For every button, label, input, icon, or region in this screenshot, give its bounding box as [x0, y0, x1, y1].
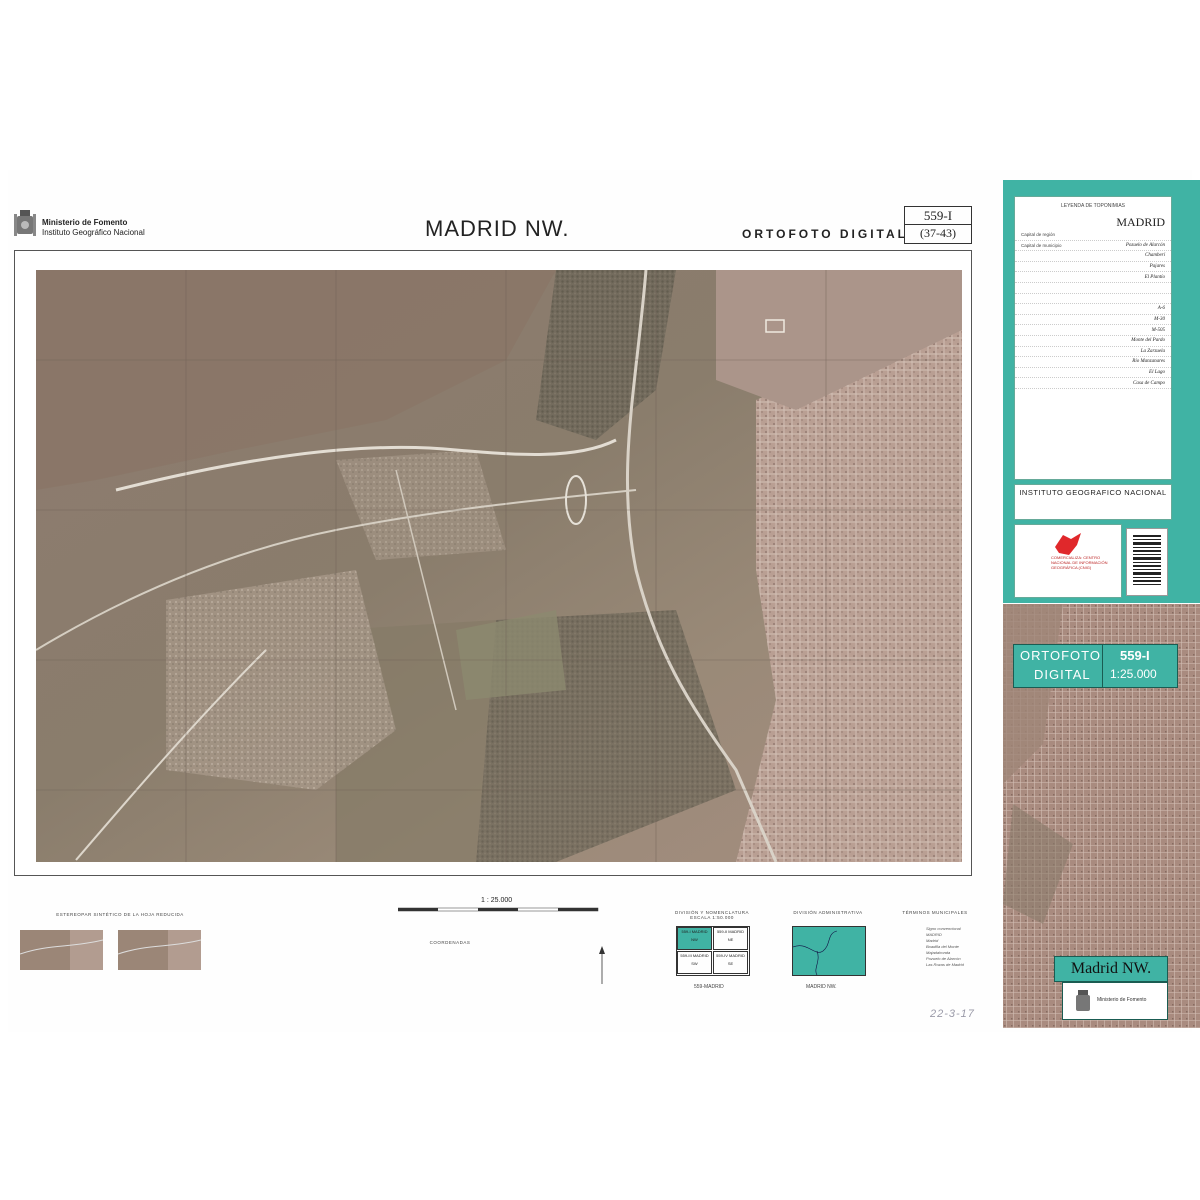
cnig-text: COMERCIALIZA: CENTRO NACIONAL DE INFORMA…: [1051, 555, 1108, 570]
municipio-name: Pozuelo de Alarcón: [926, 956, 961, 961]
scale-label: 1 : 25.000: [481, 897, 513, 904]
cover-digital: DIGITAL: [1034, 667, 1091, 682]
cover-sheet-number: 559-I: [1120, 648, 1150, 663]
cover-logo-text: Ministerio de Fomento: [1097, 997, 1147, 1003]
municipio-name: Majadahonda: [926, 950, 951, 955]
admin-label: MADRID NW.: [806, 984, 837, 990]
admin-heading: DIVISIÓN ADMINISTRATIVA: [793, 910, 863, 915]
ign-name: INSTITUTO GEOGRAFICO NACIONAL: [1019, 488, 1167, 497]
municipios-list: Signo convencional MADRID Madrid Boadilla d…: [908, 926, 964, 968]
legend-rows: Capital de región Capital de municipio Poz…: [1015, 230, 1171, 389]
sheet-division-grid: 559-I MADRID NW 559-II MADRID NE 559-III…: [676, 926, 750, 976]
coordinates-heading: COORDENADAS: [429, 940, 471, 945]
coat-of-arms-icon: [14, 206, 36, 240]
grid-cell-se: 559-IV MADRID SE: [713, 951, 748, 974]
legend-row-value: M-30: [1154, 317, 1165, 323]
notes-block: [232, 910, 362, 916]
legend-row-value: Río Manzanares: [1132, 359, 1165, 365]
legend-row-value: Pajares: [1149, 264, 1165, 270]
cover-scale: 1:25.000: [1110, 667, 1157, 681]
legend-row: Río Manzanares: [1015, 357, 1171, 368]
cover-band: ORTOFOTO 559-I DIGITAL 1:25.000: [1013, 644, 1178, 688]
sheet-grid-ref: (37-43): [905, 224, 971, 242]
admin-division-map: [792, 926, 866, 976]
institute-name: Instituto Geográfico Nacional: [42, 228, 145, 237]
legend-row: El Lago: [1015, 368, 1171, 379]
legend-row-value: El Plantío: [1144, 274, 1165, 280]
legend-row: Chamberí: [1015, 251, 1171, 262]
municipio-name: Boadilla del Monte: [926, 944, 959, 949]
legend-row-value: Monte del Pardo: [1131, 338, 1165, 344]
map-subtitle: ORTOFOTO DIGITAL: [742, 227, 908, 241]
municipio-name: MADRID: [926, 932, 942, 937]
ign-address: [1015, 500, 1171, 504]
stereo-heading: ESTEREOPAR SINTÉTICO DE LA HOJA REDUCIDA: [56, 912, 184, 917]
municipio-name: Madrid: [926, 938, 939, 943]
cover-ministry-logo: Ministerio de Fomento: [1062, 982, 1168, 1020]
legend-row: Capital de región: [1015, 230, 1171, 241]
handwritten-date: 22-3-17: [930, 1008, 975, 1020]
legend-row-value: Pozuelo de Alarcón: [1125, 242, 1165, 248]
municipios-heading: TÉRMINOS MUNICIPALES: [902, 910, 968, 915]
toponymy-legend: LEYENDA DE TOPONIMIAS MADRID Capital de …: [1014, 196, 1172, 480]
legend-row: [1015, 283, 1171, 294]
legend-row-value: El Lago: [1149, 370, 1165, 376]
legend-row: Capital de municipio Pozuelo de Alarcón: [1015, 241, 1171, 252]
legend-row-label: Capital de región: [1021, 232, 1056, 238]
stereo-image-left: [20, 930, 103, 970]
legend-row: Monte del Pardo: [1015, 336, 1171, 347]
grid-cell-sw: 559-III MADRID SW: [677, 951, 712, 974]
municipio-name: Las Rozas de Madrid: [926, 962, 964, 967]
legend-row: M-30: [1015, 315, 1171, 326]
ministry-block: Ministerio de Fomento Instituto Geográfi…: [14, 206, 145, 240]
barcode: [1126, 528, 1168, 596]
cover-name: Madrid NW.: [1054, 956, 1168, 982]
legend-row: A-6: [1015, 304, 1171, 315]
grid-cell-nw: 559-I MADRID NW: [677, 927, 712, 950]
ministry-name: Ministerio de Fomento: [42, 218, 128, 227]
grid-cell-ne: 559-II MADRID NE: [713, 927, 748, 950]
map-title: MADRID NW.: [425, 216, 570, 241]
municipio-name: Signo convencional: [926, 926, 961, 931]
legend-row-value: M-505: [1151, 327, 1165, 333]
legend-row-value: Chamberí: [1145, 253, 1165, 259]
cover-ortofoto: ORTOFOTO: [1020, 648, 1101, 663]
ign-box: INSTITUTO GEOGRAFICO NACIONAL: [1014, 484, 1172, 520]
legend-row-label: Capital de municipio: [1021, 242, 1062, 248]
legend-heading: LEYENDA DE TOPONIMIAS: [1060, 203, 1125, 209]
legend-row: [1015, 294, 1171, 305]
legend-place: MADRID: [1116, 215, 1165, 229]
division-heading: DIVISIÓN Y NOMENCLATURA ESCALA 1:50.000: [674, 910, 749, 920]
legend-row: El Plantío: [1015, 272, 1171, 283]
stereo-image-right: [118, 930, 201, 970]
orthophoto[interactable]: [36, 270, 962, 862]
legend-row-value: La Zarzuela: [1140, 348, 1165, 354]
legend-row: Pajares: [1015, 262, 1171, 273]
cnig-box: COMERCIALIZA: CENTRO NACIONAL DE INFORMA…: [1014, 524, 1122, 598]
north-arrow-icon: [599, 946, 605, 984]
legend-row: La Zarzuela: [1015, 347, 1171, 358]
legend-row-value: Casa de Campo: [1133, 380, 1165, 386]
sheet-number-box: 559-I (37-43): [904, 206, 972, 244]
coat-of-arms-small-icon: [1076, 990, 1090, 1011]
legend-row: M-505: [1015, 325, 1171, 336]
sheet-number: 559-I: [923, 208, 953, 223]
scale-bar: [398, 907, 599, 912]
division-label: 559-MADRID: [694, 984, 724, 990]
legend-row: Casa de Campo: [1015, 378, 1171, 389]
municipio-item: Las Rozas de Madrid: [908, 962, 964, 968]
legend-row-value: A-6: [1157, 306, 1165, 312]
